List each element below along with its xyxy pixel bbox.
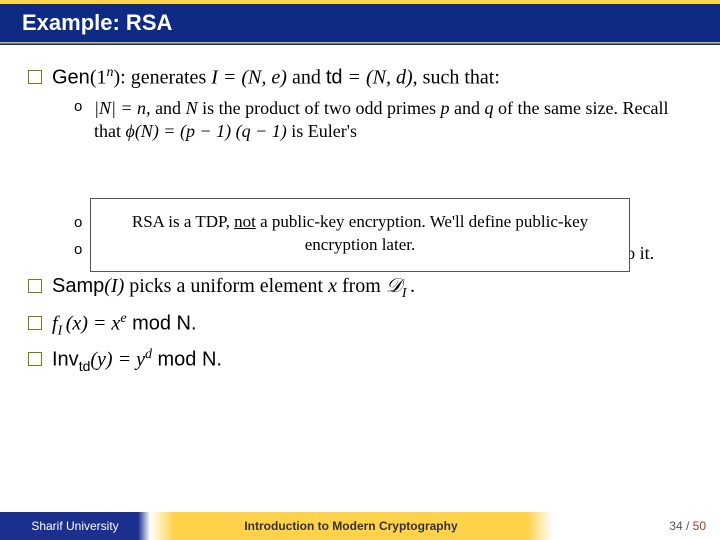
s1-e: p: [441, 98, 450, 118]
s1-tail: is Euler's: [287, 121, 357, 141]
samp-D: 𝒟: [386, 275, 402, 297]
s1-c: N: [186, 98, 198, 118]
s1-f: and: [450, 98, 485, 118]
f-sub: I: [58, 323, 66, 338]
gen-and: and: [287, 67, 326, 89]
f-arg: (x) = x: [66, 312, 121, 334]
gen-tdeq: = (N, d): [343, 67, 413, 89]
s1-a: |N| = n: [94, 98, 146, 118]
s1-b: , and: [146, 98, 186, 118]
bullet-samp: Samp(I) picks a uniform element x from 𝒟…: [28, 273, 692, 303]
gen-tail: , such that:: [413, 67, 500, 89]
inv-sup: d: [145, 347, 152, 362]
samp-mid: picks a uniform element: [124, 275, 328, 297]
subbullet-n: |N| = n, and N is the product of two odd…: [74, 97, 692, 143]
callout-a: RSA is a TDP,: [132, 212, 234, 231]
footer-left: Sharif University: [0, 512, 150, 540]
footer: Sharif University Introduction to Modern…: [0, 512, 720, 540]
f-tail: mod N.: [127, 312, 197, 334]
inv-sub: td: [79, 358, 91, 374]
slide: Example: RSA Gen(1n): generates I = (N, …: [0, 0, 720, 540]
samp-dot: .: [410, 275, 415, 297]
footer-right: 34 / 50: [552, 512, 720, 540]
bullet-inv: Invtd(y) = yd mod N.: [28, 346, 692, 377]
callout-box: RSA is a TDP, not a public-key encryptio…: [90, 198, 630, 272]
inv-pre: Inv: [52, 349, 79, 371]
gen-mid: : generates: [120, 67, 211, 89]
footer-mid: Introduction to Modern Cryptography: [150, 512, 552, 540]
samp-arg: (I): [104, 275, 124, 297]
slide-content: Gen(1n): generates I = (N, e) and td = (…: [0, 56, 720, 500]
page-sep: /: [683, 519, 693, 533]
samp-x: x: [328, 275, 337, 297]
inv-arg: (y) = y: [90, 349, 145, 371]
gen-fn: Gen: [52, 67, 90, 89]
page-total: 50: [693, 519, 706, 533]
gen-arg-open: (1: [90, 67, 107, 89]
samp-fn: Samp: [52, 275, 104, 297]
s1-g: q: [485, 98, 494, 118]
samp-from: from: [337, 275, 386, 297]
page-number: 34: [669, 519, 682, 533]
gen-td: td: [326, 67, 343, 89]
callout-c: a public-key encryption. We'll define pu…: [256, 212, 588, 254]
title-bar: Example: RSA: [0, 0, 720, 42]
slide-title: Example: RSA: [22, 10, 172, 36]
bullet-f: fI (x) = xe mod N.: [28, 310, 692, 341]
inv-tail: mod N.: [152, 349, 222, 371]
gen-ieq: I = (N, e): [211, 67, 287, 89]
s1-d: is the product of two odd primes: [198, 98, 441, 118]
title-underline: [0, 42, 720, 45]
s1-phi: ϕ(N) = (p − 1) (q − 1): [126, 121, 287, 141]
callout-b: not: [234, 212, 256, 231]
